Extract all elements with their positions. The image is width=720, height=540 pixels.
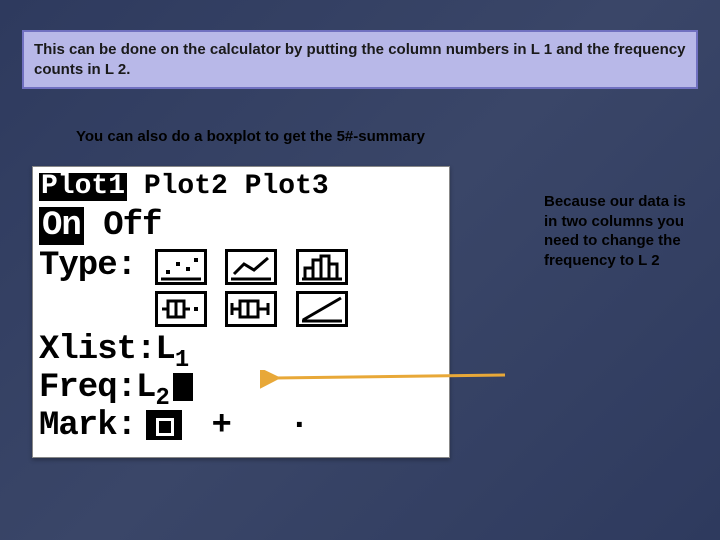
line-plot-icon xyxy=(225,249,277,285)
boxplot-outlier-icon xyxy=(155,291,207,327)
on-selected: On xyxy=(39,207,84,245)
freq-label: Freq: xyxy=(39,369,136,407)
on-off-row: On Off xyxy=(39,209,161,243)
scatter-plot-icon xyxy=(155,249,207,285)
xlist-row: Xlist:L1 xyxy=(39,333,188,373)
type-icons-row1 xyxy=(155,249,362,285)
histogram-icon xyxy=(296,249,348,285)
subtitle-text: You can also do a boxplot to get the 5#-… xyxy=(76,128,425,145)
mark-dot: · xyxy=(289,407,308,445)
banner-text: This can be done on the calculator by pu… xyxy=(34,41,685,78)
freq-row: Freq:L2 xyxy=(39,371,193,411)
mark-row: Mark: + · xyxy=(39,409,308,443)
xlist-label: Xlist: xyxy=(39,331,155,369)
tab-plot2: Plot2 xyxy=(144,171,228,202)
tab-plot1: Plot1 xyxy=(39,173,127,201)
boxplot-icon xyxy=(225,291,277,327)
plot-tabs: Plot1 Plot2 Plot3 xyxy=(39,173,329,201)
type-icons-row2 xyxy=(155,291,362,327)
type-label: Type: xyxy=(39,249,136,283)
tab-plot3: Plot3 xyxy=(245,171,329,202)
calculator-screenshot: Plot1 Plot2 Plot3 On Off Type: xyxy=(32,166,450,458)
cursor-icon xyxy=(173,373,193,401)
off-option: Off xyxy=(103,207,161,245)
normal-prob-icon xyxy=(296,291,348,327)
mark-label: Mark: xyxy=(39,407,136,445)
side-annotation: Because our data is in two columns you n… xyxy=(544,192,694,270)
mark-plus: + xyxy=(211,407,230,445)
instruction-banner: This can be done on the calculator by pu… xyxy=(22,30,698,89)
mark-box-selected-icon xyxy=(146,410,182,440)
